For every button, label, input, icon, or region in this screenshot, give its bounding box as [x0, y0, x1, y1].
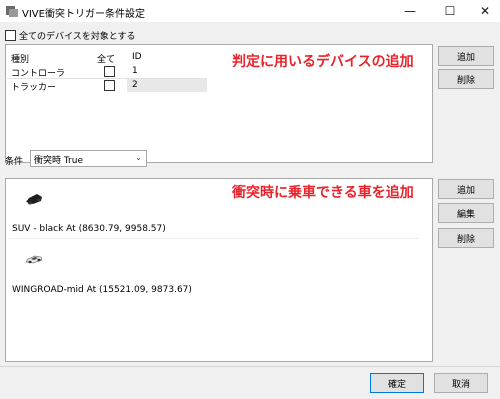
suv-car-icon — [26, 194, 42, 205]
header-all: 全て — [97, 55, 116, 65]
all-devices-option[interactable]: 全てのデバイスを対象とする — [5, 29, 135, 42]
car-annotation: 衝突時に乗車できる車を追加 — [232, 185, 414, 201]
all-devices-checkbox[interactable] — [5, 30, 16, 41]
add-device-button[interactable]: 追加 — [438, 46, 494, 66]
all-devices-label: 全てのデバイスを対象とする — [19, 32, 136, 42]
add-car-button[interactable]: 追加 — [438, 179, 494, 199]
delete-car-button[interactable]: 削除 — [438, 228, 494, 248]
footer-divider — [0, 366, 500, 367]
row-type: トラッカー — [11, 83, 57, 93]
edit-car-button[interactable]: 編集 — [438, 203, 494, 223]
car-label: WINGROAD-mid At (15521.09, 9873.67) — [12, 285, 192, 295]
row-all-checkbox[interactable] — [104, 66, 115, 77]
title-bar: VIVE衝突トリガー条件設定 — ☐ ✕ — [0, 0, 500, 22]
row-id[interactable]: 2 — [132, 80, 138, 90]
delete-device-button[interactable]: 削除 — [438, 69, 494, 89]
minimize-button[interactable]: — — [395, 0, 425, 22]
app-icon — [6, 6, 18, 17]
car-label: SUV - black At (8630.79, 9958.57) — [12, 224, 166, 234]
wingroad-car-icon — [25, 255, 43, 264]
condition-select[interactable]: 衝突時 True ⌄ — [30, 150, 147, 167]
close-button[interactable]: ✕ — [470, 0, 500, 22]
header-type: 種別 — [11, 55, 30, 65]
window-title: VIVE衝突トリガー条件設定 — [22, 9, 145, 20]
ok-button[interactable]: 確定 — [370, 373, 424, 393]
row-all-checkbox[interactable] — [104, 80, 115, 91]
chevron-down-icon: ⌄ — [135, 153, 142, 162]
maximize-button[interactable]: ☐ — [435, 0, 465, 22]
row-id[interactable]: 1 — [132, 66, 138, 76]
list-item[interactable]: WINGROAD-mid At (15521.09, 9873.67) — [9, 241, 419, 299]
car-list-panel: SUV - black At (8630.79, 9958.57) WINGRO… — [5, 178, 433, 362]
row-highlight — [127, 79, 207, 92]
device-annotation: 判定に用いるデバイスの追加 — [232, 54, 414, 70]
condition-value: 衝突時 True — [34, 156, 83, 166]
cancel-button[interactable]: 取消 — [434, 373, 488, 393]
condition-label: 条件 — [5, 157, 24, 167]
header-id: ID — [132, 52, 142, 62]
